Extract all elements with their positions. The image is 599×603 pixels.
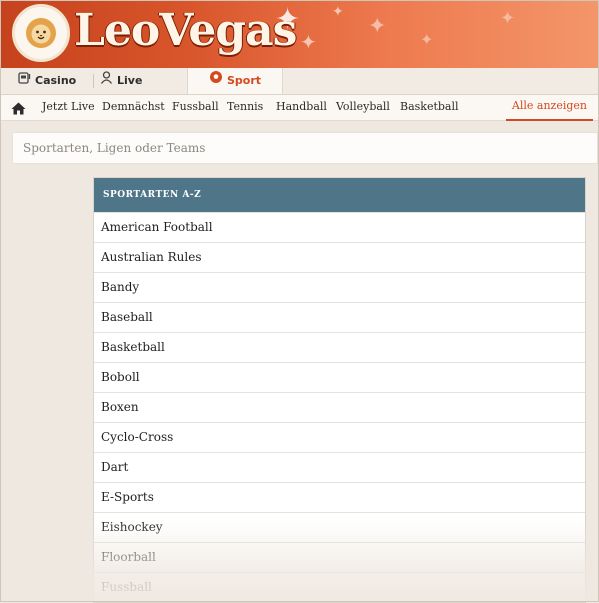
slot-machine-icon xyxy=(18,68,31,94)
sparkle-icon: ✦ xyxy=(332,4,344,20)
home-icon[interactable] xyxy=(11,100,26,119)
list-item[interactable]: Eishockey xyxy=(94,512,585,542)
lion-logo-icon[interactable] xyxy=(12,4,70,62)
tab-casino[interactable]: Casino xyxy=(18,68,92,94)
tab-label: Sport xyxy=(226,74,262,87)
brand-logo-text[interactable]: LeoVegas xyxy=(74,5,297,56)
site-header: ✦ ✦ ✦ ✦ ✦ ✦ LeoVegas xyxy=(0,0,599,68)
dealer-icon xyxy=(100,68,113,94)
list-item[interactable]: Baseball xyxy=(94,302,585,332)
search-input[interactable]: Sportarten, Ligen oder Teams xyxy=(12,132,598,164)
subnav-item-basketball[interactable]: Basketball xyxy=(400,95,459,119)
sparkle-icon: ✦ xyxy=(500,8,516,29)
list-item[interactable]: Bandy xyxy=(94,272,585,302)
product-tabs: Casino Live Casino Sport xyxy=(0,68,599,113)
football-icon xyxy=(209,68,223,94)
subnav-item-fussball[interactable]: Fussball xyxy=(172,95,219,119)
list-item[interactable]: Australian Rules xyxy=(94,242,585,272)
subnav-item-jetzt-live[interactable]: Jetzt Live xyxy=(42,95,95,119)
subnav-item-volleyball[interactable]: Volleyball xyxy=(336,95,390,119)
subnav-item-tennis[interactable]: Tennis xyxy=(227,95,263,119)
subnav-item-demnaechst[interactable]: Demnächst xyxy=(102,95,165,119)
sparkle-icon: ✦ xyxy=(420,30,434,49)
sports-az-list: SPORTARTEN A-Z American Football Austral… xyxy=(93,177,586,603)
list-item[interactable]: E-Sports xyxy=(94,482,585,512)
tab-label: Casino xyxy=(35,74,77,87)
list-item[interactable]: Floorball xyxy=(94,542,585,572)
tab-sport[interactable]: Sport xyxy=(187,68,283,94)
list-title: SPORTARTEN A-Z xyxy=(94,178,585,212)
list-item[interactable]: Cyclo-Cross xyxy=(94,422,585,452)
list-item[interactable]: Dart xyxy=(94,452,585,482)
list-item[interactable]: Basketball xyxy=(94,332,585,362)
show-all-link[interactable]: Alle anzeigen xyxy=(505,95,593,121)
sport-subnav: Jetzt Live Demnächst Fussball Tennis Han… xyxy=(0,95,599,121)
list-item[interactable]: American Football xyxy=(94,212,585,242)
subnav-item-handball[interactable]: Handball xyxy=(276,95,327,119)
tab-live-casino[interactable]: Live Casino xyxy=(100,68,186,113)
list-item[interactable]: Boxen xyxy=(94,392,585,422)
list-item[interactable]: Boboll xyxy=(94,362,585,392)
tab-divider xyxy=(93,74,94,88)
sparkle-icon: ✦ xyxy=(300,30,317,54)
sparkle-icon: ✦ xyxy=(368,14,387,39)
list-item[interactable]: Fussball xyxy=(94,572,585,602)
